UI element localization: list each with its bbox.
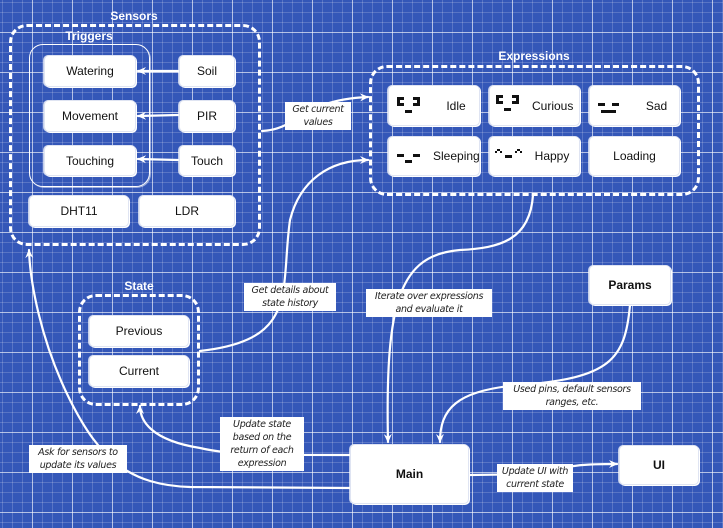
sensor-pir[interactable]: PIR: [179, 100, 235, 132]
node-label: LDR: [174, 204, 199, 218]
edge-label-params-info: Used pins, default sensors ranges, etc.: [503, 382, 641, 410]
node-label: Movement: [61, 109, 119, 123]
node-label: DHT11: [60, 204, 98, 218]
sensor-dht11[interactable]: DHT11: [29, 195, 129, 227]
edge-label-update-state: Update state based on the return of each…: [220, 417, 304, 471]
sleeping-face-icon: [397, 145, 429, 167]
ui-node[interactable]: UI: [619, 445, 699, 485]
params-node[interactable]: Params: [589, 265, 671, 305]
triggers-group-title: Triggers: [65, 29, 113, 43]
happy-face-icon: [495, 145, 527, 167]
node-label: Previous: [115, 324, 163, 338]
expression-idle[interactable]: Idle: [388, 85, 480, 126]
trigger-movement[interactable]: Movement: [44, 100, 136, 132]
diagram: Sensors Triggers Watering Movement Touch…: [0, 0, 723, 528]
node-label: Touch: [190, 153, 224, 168]
expressions-group-title: Expressions: [498, 49, 570, 63]
expression-label: Sleeping: [433, 149, 480, 163]
expression-sleeping[interactable]: Sleeping: [388, 136, 480, 176]
edge-label-state-history: Get details about state history: [244, 283, 336, 311]
edge-label-iterate-expressions: Iterate over expressions and evaluate it: [366, 289, 492, 317]
edge-label-get-current-values: Get current values: [285, 102, 351, 130]
node-label: Params: [608, 278, 652, 292]
sensor-ldr[interactable]: LDR: [139, 195, 235, 227]
edge-label-ask-sensors: Ask for sensors to update its values: [29, 445, 127, 473]
expression-label: Sad: [645, 98, 668, 113]
edge-label-update-ui: Update UI with current state: [497, 464, 573, 492]
sensors-group-title: Sensors: [110, 9, 158, 23]
node-label: Main: [395, 467, 424, 481]
expression-label: Happy: [534, 149, 570, 163]
state-group-title: State: [124, 279, 154, 293]
trigger-touching[interactable]: Touching: [44, 145, 136, 176]
expression-label: Idle: [446, 98, 466, 113]
state-group: [78, 294, 200, 406]
sensor-soil[interactable]: Soil: [179, 55, 235, 87]
node-label: PIR: [196, 109, 217, 123]
idle-face-icon: [397, 95, 429, 117]
expression-loading[interactable]: Loading: [589, 136, 680, 176]
node-label: Touching: [65, 153, 115, 168]
node-label: UI: [653, 458, 665, 472]
sad-face-icon: [598, 95, 630, 117]
expression-label: Curious: [532, 98, 574, 113]
sensor-touch[interactable]: Touch: [179, 145, 235, 176]
state-current[interactable]: Current: [89, 355, 189, 387]
node-label: Soil: [196, 64, 217, 78]
state-previous[interactable]: Previous: [89, 315, 189, 347]
expression-happy[interactable]: Happy: [489, 136, 580, 176]
curious-face-icon: [496, 94, 528, 117]
expression-label: Loading: [613, 149, 656, 163]
trigger-watering[interactable]: Watering: [44, 55, 136, 87]
expression-curious[interactable]: Curious: [489, 85, 580, 126]
node-label: Current: [118, 364, 159, 378]
node-label: Watering: [66, 64, 114, 78]
main-node[interactable]: Main: [350, 444, 469, 504]
expression-sad[interactable]: Sad: [589, 85, 680, 126]
